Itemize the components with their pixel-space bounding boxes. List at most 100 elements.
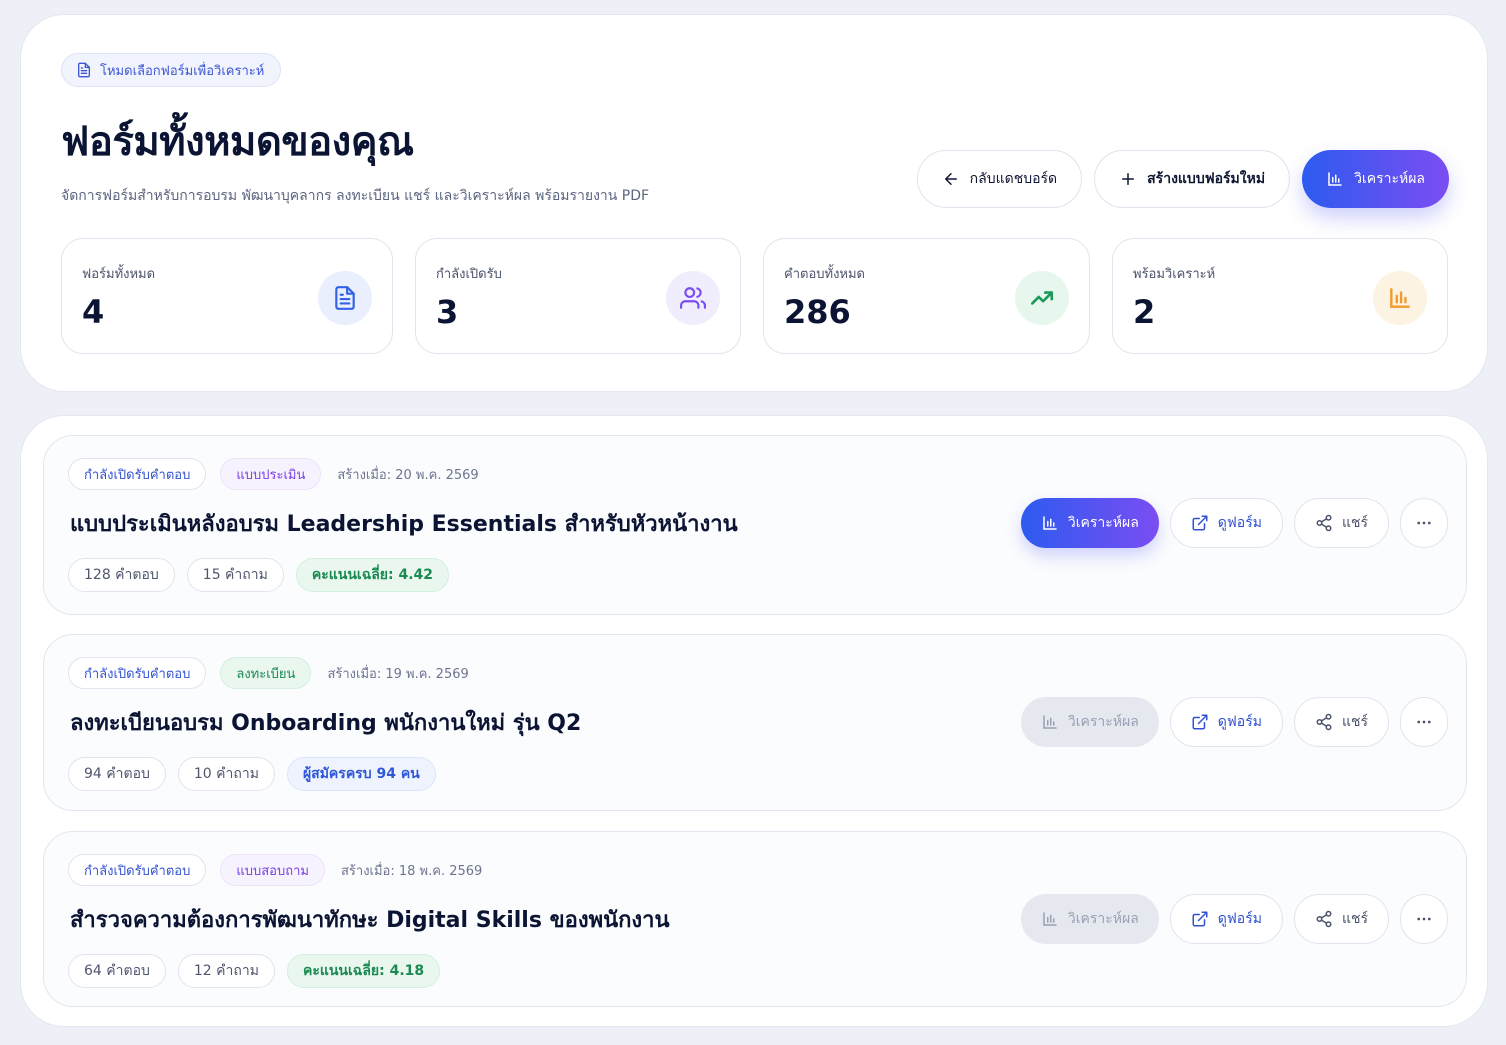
stat-icon-wrap <box>666 271 720 325</box>
stat-icon-wrap <box>1373 271 1427 325</box>
card-actions: วิเคราะห์ผล ดูฟอร์ม แชร์ <box>1020 697 1448 747</box>
back-dashboard-label: กลับแดชบอร์ด <box>969 171 1058 187</box>
form-badges: กำลังเปิดรับคำตอบ ลงทะเบียน สร้างเมื่อ: … <box>68 657 469 689</box>
share-icon <box>1316 514 1332 532</box>
create-form-label: สร้างแบบฟอร์มใหม่ <box>1147 171 1266 187</box>
stat-label: ฟอร์มทั้งหมด <box>82 267 156 282</box>
analyze-label: วิเคราะห์ผล <box>1067 713 1139 729</box>
share-button[interactable]: แชร์ <box>1293 697 1389 747</box>
bar-chart-icon <box>1328 172 1342 186</box>
view-form-label: ดูฟอร์ม <box>1217 514 1262 530</box>
status-badge: กำลังเปิดรับคำตอบ <box>68 657 207 689</box>
card-actions: วิเคราะห์ผล ดูฟอร์ม แชร์ <box>1020 894 1448 944</box>
more-options-button[interactable] <box>1400 894 1448 944</box>
questions-count: 12 คำถาม <box>177 954 275 988</box>
analyze-button[interactable]: วิเคราะห์ผล <box>1302 150 1449 208</box>
header-actions: กลับแดชบอร์ด สร้างแบบฟอร์มใหม่ วิเคราะห์… <box>916 150 1449 208</box>
stat-icon-wrap <box>1015 271 1069 325</box>
analyze-label: วิเคราะห์ผล <box>1354 171 1425 187</box>
stat-label: พร้อมวิเคราะห์ <box>1133 267 1216 282</box>
responses-count: 128 คำตอบ <box>68 558 175 592</box>
stat-label: กำลังเปิดรับ <box>436 267 502 282</box>
responses-count: 64 คำตอบ <box>68 954 166 988</box>
form-title: สำรวจความต้องการพัฒนาทักษะ Digital Skill… <box>70 908 670 933</box>
plus-icon <box>1122 173 1135 185</box>
view-form-label: ดูฟอร์ม <box>1217 713 1262 729</box>
responses-count: 94 คำตอบ <box>68 757 166 791</box>
form-meta: 64 คำตอบ 12 คำถาม คะแนนเฉลี่ย: 4.18 <box>68 954 441 988</box>
share-icon <box>1316 910 1332 928</box>
external-link-icon <box>1192 515 1208 531</box>
more-horizontal-icon <box>1417 521 1431 525</box>
card-actions: วิเคราะห์ผล ดูฟอร์ม แชร์ <box>1020 498 1448 548</box>
form-title: แบบประเมินหลังอบรม Leadership Essentials… <box>70 512 738 537</box>
analyze-button[interactable]: วิเคราะห์ผล <box>1020 697 1159 747</box>
average-score-badge: คะแนนเฉลี่ย: 4.42 <box>295 558 450 592</box>
type-badge: แบบสอบถาม <box>220 854 325 886</box>
more-options-button[interactable] <box>1400 498 1448 548</box>
registrants-badge: ผู้สมัครครบ 94 คน <box>286 757 436 791</box>
created-date: สร้างเมื่อ: 18 พ.ค. 2569 <box>340 863 483 879</box>
stats-row: ฟอร์มทั้งหมด 4 กำลังเปิดรับ 3 คำตอบทั้งห… <box>61 238 1448 354</box>
more-horizontal-icon <box>1417 917 1431 921</box>
form-list-panel: กำลังเปิดรับคำตอบ แบบประเมิน สร้างเมื่อ:… <box>20 415 1488 1027</box>
bar-chart-icon <box>1043 516 1057 530</box>
stat-value: 2 <box>1133 293 1156 331</box>
stat-value: 4 <box>82 293 105 331</box>
external-link-icon <box>1192 714 1208 730</box>
stat-icon-wrap <box>318 271 372 325</box>
more-options-button[interactable] <box>1400 697 1448 747</box>
analyze-label: วิเคราะห์ผล <box>1067 514 1139 530</box>
mode-chip: โหมดเลือกฟอร์มเพื่อวิเคราะห์ <box>61 53 282 87</box>
external-link-icon <box>1192 911 1208 927</box>
form-card: กำลังเปิดรับคำตอบ ลงทะเบียน สร้างเมื่อ: … <box>43 634 1467 811</box>
stat-value: 3 <box>436 293 459 331</box>
form-card: กำลังเปิดรับคำตอบ แบบประเมิน สร้างเมื่อ:… <box>43 435 1467 615</box>
bar-chart-icon <box>1390 288 1410 308</box>
average-score-badge: คะแนนเฉลี่ย: 4.18 <box>286 954 441 988</box>
users-icon <box>680 287 706 309</box>
bar-chart-icon <box>1043 715 1057 729</box>
view-form-label: ดูฟอร์ม <box>1217 910 1262 926</box>
stat-card-ready: พร้อมวิเคราะห์ 2 <box>1112 238 1448 354</box>
status-badge: กำลังเปิดรับคำตอบ <box>68 458 207 490</box>
stat-card-responses: คำตอบทั้งหมด 286 <box>763 238 1090 354</box>
share-icon <box>1316 713 1332 731</box>
back-dashboard-button[interactable]: กลับแดชบอร์ด <box>916 150 1083 208</box>
share-label: แชร์ <box>1341 514 1368 530</box>
status-badge: กำลังเปิดรับคำตอบ <box>68 854 207 886</box>
header-panel: โหมดเลือกฟอร์มเพื่อวิเคราะห์ ฟอร์มทั้งหม… <box>20 14 1488 392</box>
created-date: สร้างเมื่อ: 20 พ.ค. 2569 <box>337 467 479 483</box>
page-subtitle: จัดการฟอร์มสำหรับการอบรม พัฒนาบุคลากร ลง… <box>61 188 650 204</box>
questions-count: 15 คำถาม <box>186 558 284 592</box>
created-date: สร้างเมื่อ: 19 พ.ค. 2569 <box>327 666 469 682</box>
more-horizontal-icon <box>1417 720 1431 724</box>
view-form-button[interactable]: ดูฟอร์ม <box>1169 498 1283 548</box>
document-icon <box>335 286 355 310</box>
form-badges: กำลังเปิดรับคำตอบ แบบสอบถาม สร้างเมื่อ: … <box>68 854 482 886</box>
stat-card-open: กำลังเปิดรับ 3 <box>415 238 741 354</box>
form-card: กำลังเปิดรับคำตอบ แบบสอบถาม สร้างเมื่อ: … <box>43 831 1467 1007</box>
share-label: แชร์ <box>1341 713 1368 729</box>
form-meta: 94 คำตอบ 10 คำถาม ผู้สมัครครบ 94 คน <box>68 757 436 791</box>
stat-label: คำตอบทั้งหมด <box>784 267 865 282</box>
analyze-button[interactable]: วิเคราะห์ผล <box>1020 498 1159 548</box>
share-button[interactable]: แชร์ <box>1293 894 1389 944</box>
form-title: ลงทะเบียนอบรม Onboarding พนักงานใหม่ รุ่… <box>70 711 582 736</box>
type-badge: แบบประเมิน <box>220 458 322 490</box>
arrow-left-icon <box>944 173 957 185</box>
page-title: ฟอร์มทั้งหมดของคุณ <box>61 119 414 165</box>
form-meta: 128 คำตอบ 15 คำถาม คะแนนเฉลี่ย: 4.42 <box>68 558 450 592</box>
create-form-button[interactable]: สร้างแบบฟอร์มใหม่ <box>1094 150 1291 208</box>
view-form-button[interactable]: ดูฟอร์ม <box>1169 697 1283 747</box>
share-label: แชร์ <box>1341 910 1368 926</box>
analyze-button[interactable]: วิเคราะห์ผล <box>1020 894 1159 944</box>
view-form-button[interactable]: ดูฟอร์ม <box>1169 894 1283 944</box>
form-badges: กำลังเปิดรับคำตอบ แบบประเมิน สร้างเมื่อ:… <box>68 458 479 490</box>
bar-chart-icon <box>1043 912 1057 926</box>
share-button[interactable]: แชร์ <box>1293 498 1389 548</box>
document-icon <box>78 62 90 78</box>
questions-count: 10 คำถาม <box>177 757 275 791</box>
mode-chip-label: โหมดเลือกฟอร์มเพื่อวิเคราะห์ <box>100 63 265 79</box>
stat-card-total-forms: ฟอร์มทั้งหมด 4 <box>61 238 393 354</box>
